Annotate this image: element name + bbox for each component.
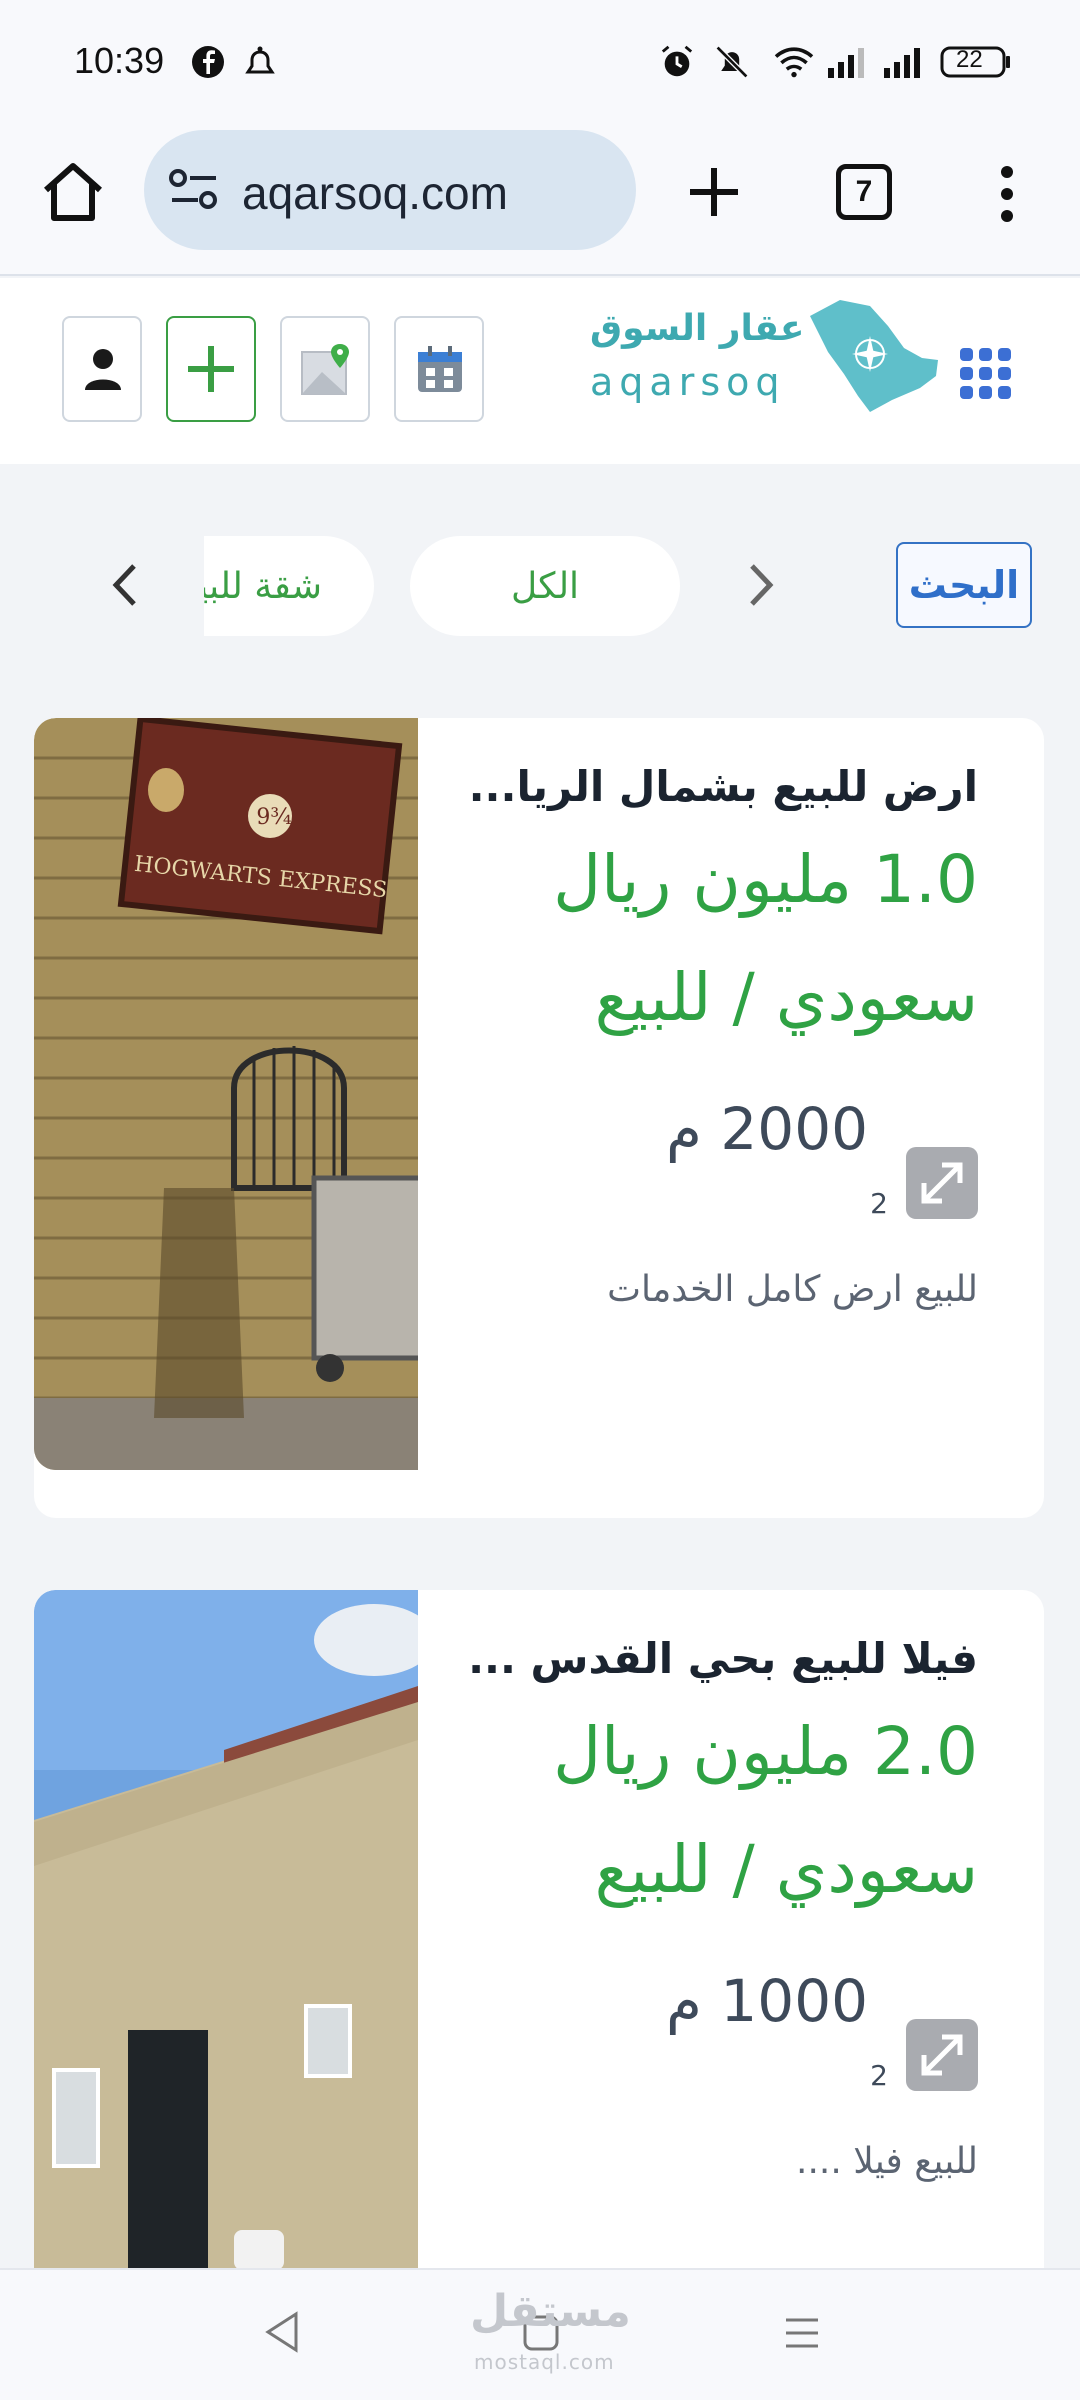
url-text: aqarsoq.com	[242, 167, 508, 219]
plus-icon	[188, 346, 234, 392]
signal-strength-2-icon	[884, 48, 920, 78]
site-settings-icon[interactable]	[168, 168, 220, 212]
listing-description: للبيع فيلا ....	[796, 2141, 978, 2182]
listing-area: 2000 م	[666, 1095, 868, 1163]
signal-strength-1-icon	[828, 48, 864, 78]
filter-all-pill[interactable]: الكل	[410, 536, 680, 636]
search-button-label: البحث	[908, 563, 1020, 607]
listing-description: للبيع ارض كامل الخدمات	[607, 1269, 978, 1310]
alarm-icon	[661, 45, 693, 77]
site-header: عقار السوق aqarsoq	[0, 278, 1080, 464]
calendar-button[interactable]	[394, 316, 484, 422]
add-listing-button[interactable]	[166, 316, 256, 422]
browser-toolbar: aqarsoq.com 7	[0, 124, 1080, 276]
listing-title[interactable]: ارض للبيع بشمال الريا...	[434, 762, 978, 811]
listing-card[interactable]: 9¾ HOGWARTS EXPRESS ارض للبيع بشمال الري…	[34, 718, 1044, 1518]
listing-area-unit: 2	[870, 2059, 888, 2092]
expand-icon	[906, 2019, 978, 2091]
listing-price: 2.0 مليون ريال سعودي / للبيع	[553, 1713, 978, 1908]
back-nav-icon[interactable]	[262, 2310, 302, 2354]
notification-bell-icon	[245, 46, 275, 74]
tab-count: 7	[855, 175, 873, 208]
filter-apartment-pill[interactable]: شقة للبيع	[204, 536, 374, 636]
listing-details: فيلا للبيع بحي القدس ... 2.0 مليون ريال …	[434, 1590, 978, 2182]
category-filter-bar: شقة للبيع الكل البحث	[0, 530, 1080, 640]
system-navigation-bar: مستقل mostaql.com	[0, 2268, 1080, 2400]
tab-switcher-button[interactable]: 7	[836, 164, 892, 220]
logo-latin-text: aqarsoq	[590, 360, 786, 404]
more-menu-icon[interactable]	[996, 164, 1018, 224]
listing-title[interactable]: فيلا للبيع بحي القدس ...	[434, 1634, 978, 1683]
mute-icon	[715, 45, 749, 79]
battery-level: 22	[956, 46, 983, 73]
listing-card[interactable]: فيلا للبيع بحي القدس ... 2.0 مليون ريال …	[34, 1590, 1044, 2310]
logo-arabic-text: عقار السوق	[590, 308, 805, 349]
listing-photo[interactable]	[34, 1590, 418, 2310]
listing-area-row: 1000 م 2	[434, 1967, 978, 2127]
home-icon[interactable]	[40, 160, 106, 224]
saudi-map-logo-icon[interactable]	[800, 296, 944, 414]
filter-apartment-label: شقة للبيع	[204, 565, 322, 607]
map-icon	[301, 344, 349, 395]
watermark-latin: mostaql.com	[474, 2350, 615, 2374]
listing-area-row: 2000 م 2	[434, 1095, 978, 1255]
apps-grid-icon[interactable]	[958, 346, 1014, 402]
search-button[interactable]: البحث	[896, 542, 1032, 628]
new-tab-icon[interactable]	[688, 166, 740, 218]
listing-area-unit: 2	[870, 1187, 888, 1220]
user-icon	[85, 349, 121, 390]
listing-area: 1000 م	[666, 1967, 868, 2035]
recents-nav-icon[interactable]	[782, 2314, 822, 2352]
status-time: 10:39	[74, 40, 165, 81]
chevron-left-icon[interactable]	[106, 560, 146, 610]
address-bar[interactable]: aqarsoq.com	[144, 130, 636, 250]
listing-photo[interactable]: 9¾ HOGWARTS EXPRESS	[34, 718, 418, 1470]
filter-all-label: الكل	[510, 565, 580, 607]
map-button[interactable]	[280, 316, 370, 422]
calendar-icon	[418, 346, 462, 392]
status-bar: 10:39 22	[0, 0, 1080, 124]
wifi-icon	[774, 47, 814, 78]
listing-details: ارض للبيع بشمال الريا... 1.0 مليون ريال …	[434, 718, 978, 1310]
watermark-arabic: مستقل	[470, 2286, 631, 2337]
account-button[interactable]	[62, 316, 142, 422]
expand-icon	[906, 1147, 978, 1219]
svg-text:9¾: 9¾	[256, 805, 291, 830]
chevron-right-icon[interactable]	[740, 560, 780, 610]
facebook-icon	[192, 46, 224, 78]
listing-price: 1.0 مليون ريال سعودي / للبيع	[553, 841, 978, 1036]
